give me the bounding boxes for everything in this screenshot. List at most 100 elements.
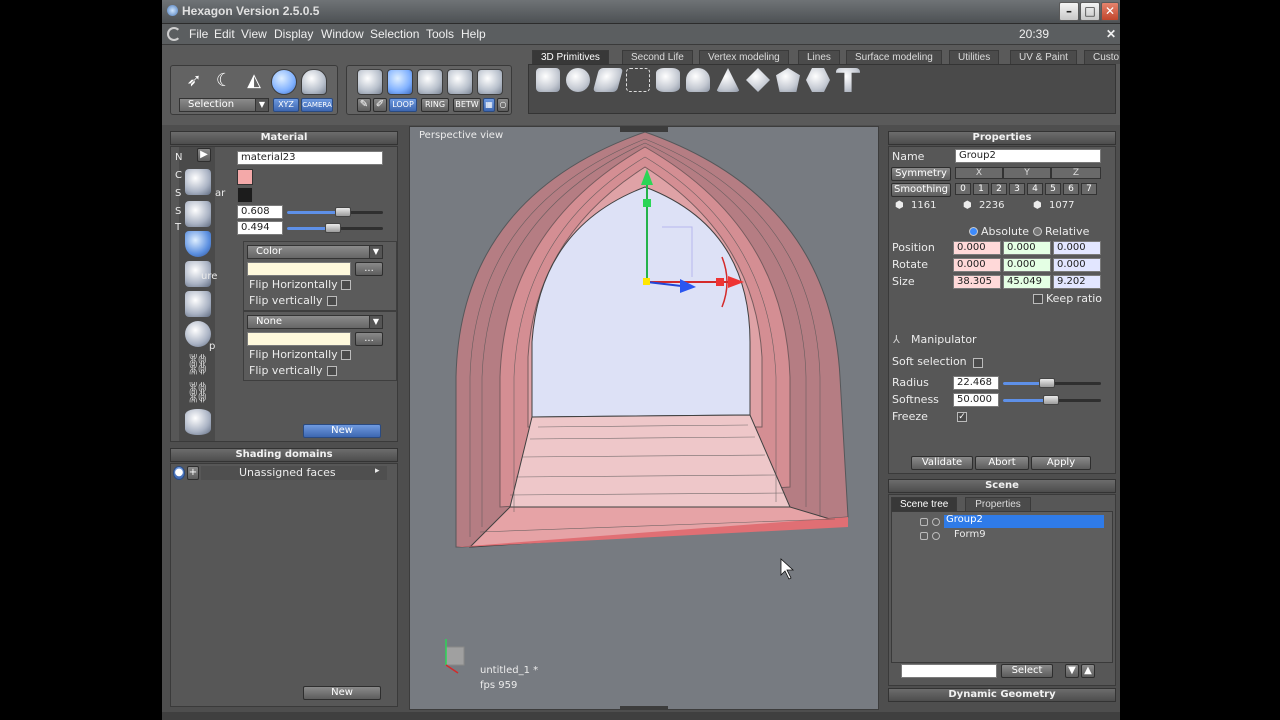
texture-flip-v-checkbox[interactable] (327, 296, 337, 306)
material-cube-icon[interactable] (185, 169, 211, 195)
cube-primitive-icon[interactable] (536, 68, 560, 92)
menu-help[interactable]: Help (461, 27, 486, 41)
lasso-select-icon[interactable]: ☾ (211, 69, 237, 95)
symmetry-x-button[interactable]: X (955, 167, 1003, 179)
soft-selection-checkbox[interactable] (973, 358, 983, 368)
edge-mode-icon[interactable] (417, 69, 443, 95)
texture-mode-dropdown[interactable]: Color ▼ (247, 245, 383, 259)
position-z-field[interactable]: 0.000 (1053, 241, 1101, 255)
material-spheres-icon[interactable] (185, 321, 211, 347)
bump-flip-v-checkbox[interactable] (327, 366, 337, 376)
unassigned-faces-row[interactable]: Unassigned faces ▸ (201, 466, 387, 480)
softness-slider[interactable] (1003, 395, 1101, 405)
tab-3d-primitives[interactable]: 3D Primitives (532, 50, 609, 64)
smoothing-0-button[interactable]: 0 (955, 183, 971, 195)
menu-close-icon[interactable]: ✕ (1106, 27, 1116, 41)
smoothing-5-button[interactable]: 5 (1045, 183, 1061, 195)
tab-vertex-modeling[interactable]: Vertex modeling (699, 50, 789, 64)
symmetry-y-button[interactable]: Y (1003, 167, 1051, 179)
selection-mode-dropdown[interactable]: Selection ▼ (179, 98, 269, 112)
size-z-field[interactable]: 9.202 (1053, 275, 1101, 289)
cone-primitive-icon[interactable] (686, 68, 710, 92)
new-domain-button[interactable]: New (303, 686, 381, 700)
vertex-mode-icon[interactable] (447, 69, 473, 95)
smoothing-7-button[interactable]: 7 (1081, 183, 1097, 195)
scroll-up-button[interactable]: ▲ (1081, 664, 1095, 678)
loop-button[interactable]: LOOP (389, 98, 417, 112)
absolute-radio[interactable] (969, 227, 978, 236)
grid-box-primitive-icon[interactable] (626, 68, 650, 92)
freeze-checkbox[interactable]: ✓ (957, 412, 967, 422)
shininess-field[interactable]: 0.608 (237, 205, 283, 219)
cylinder-primitive-icon[interactable] (656, 68, 680, 92)
between-button[interactable]: BETW (453, 98, 481, 112)
minimize-button[interactable]: – (1059, 2, 1079, 21)
smoothing-2-button[interactable]: 2 (991, 183, 1007, 195)
ring-button[interactable]: RING (421, 98, 449, 112)
radius-field[interactable]: 22.468 (953, 376, 999, 390)
add-domain-button[interactable]: + (187, 466, 199, 480)
bump-browse-button[interactable]: ... (355, 332, 383, 346)
menu-tools[interactable]: Tools (426, 27, 454, 41)
smoothing-1-button[interactable]: 1 (973, 183, 989, 195)
select-arrow-icon[interactable]: ➶ (181, 69, 207, 95)
paint-select-icon[interactable]: ◭ (241, 69, 267, 95)
abort-button[interactable]: Abort (975, 456, 1029, 470)
menu-file[interactable]: File (189, 27, 208, 41)
scene-search-field[interactable] (901, 664, 997, 678)
tab-scene-tree[interactable]: Scene tree (891, 497, 958, 511)
transparency-field[interactable]: 0.494 (237, 221, 283, 235)
rotate-z-field[interactable]: 0.000 (1053, 258, 1101, 272)
tab-custom[interactable]: Custo (1084, 50, 1120, 64)
menu-selection[interactable]: Selection (370, 27, 419, 41)
keep-ratio-checkbox[interactable] (1033, 294, 1043, 304)
color-swatch[interactable] (237, 169, 253, 185)
eye-icon[interactable] (932, 532, 940, 540)
close-button[interactable]: ✕ (1101, 2, 1119, 21)
lock-icon[interactable] (920, 532, 928, 540)
tab-second-life[interactable]: Second Life (622, 50, 693, 64)
rotate-y-field[interactable]: 0.000 (1003, 258, 1051, 272)
shading-sphere-icon[interactable]: ● (173, 466, 185, 480)
transparency-slider[interactable] (287, 223, 383, 233)
perspective-viewport[interactable]: Perspective view untitled_1 * fps 959 (409, 126, 879, 710)
sphere-primitive-icon[interactable] (566, 68, 590, 92)
position-y-field[interactable]: 0.000 (1003, 241, 1051, 255)
texture-flip-h-checkbox[interactable] (341, 280, 351, 290)
new-material-button[interactable]: New (303, 424, 381, 438)
smoothing-button[interactable]: Smoothing (891, 183, 951, 197)
position-x-field[interactable]: 0.000 (953, 241, 1001, 255)
chain-icon[interactable]: ⛓ (185, 379, 211, 405)
auto-mode-icon[interactable] (477, 69, 503, 95)
material-corner-icon[interactable] (185, 201, 211, 227)
material-cubes-icon[interactable] (185, 291, 211, 317)
tab-surface-modeling[interactable]: Surface modeling (846, 50, 942, 64)
object-mode-icon[interactable] (357, 69, 383, 95)
shininess-slider[interactable] (287, 207, 383, 217)
tab-lines[interactable]: Lines (798, 50, 840, 64)
link-icon[interactable]: ⛓ (185, 351, 211, 377)
brush-tool-button[interactable]: ✐ (373, 98, 387, 112)
tab-uv-paint[interactable]: UV & Paint (1010, 50, 1077, 64)
symmetry-z-button[interactable]: Z (1051, 167, 1101, 179)
bump-mode-dropdown[interactable]: None ▼ (247, 315, 383, 329)
apply-button[interactable]: Apply (1031, 456, 1091, 470)
viewport-bottom-handle[interactable] (620, 706, 668, 709)
circle-toggle-button[interactable]: ○ (497, 98, 509, 112)
select-button[interactable]: Select (1001, 664, 1053, 678)
pen-tool-button[interactable]: ✎ (357, 98, 371, 112)
maximize-button[interactable]: □ (1080, 2, 1100, 21)
size-x-field[interactable]: 38.305 (953, 275, 1001, 289)
dynamic-geometry-header[interactable]: Dynamic Geometry (888, 688, 1116, 702)
material-shield-icon[interactable] (185, 231, 211, 257)
scroll-down-button[interactable]: ▼ (1065, 664, 1079, 678)
menu-view[interactable]: View (241, 27, 267, 41)
softness-field[interactable]: 50.000 (953, 393, 999, 407)
expand-arrow-button[interactable]: ▶ (197, 148, 211, 162)
menu-edit[interactable]: Edit (214, 27, 235, 41)
grid-toggle-button[interactable]: ▦ (483, 98, 495, 112)
relative-radio[interactable] (1033, 227, 1042, 236)
camera-button[interactable]: CAMERA (301, 98, 333, 112)
cylinder-icon[interactable] (185, 409, 211, 435)
tab-scene-properties[interactable]: Properties (965, 497, 1031, 511)
